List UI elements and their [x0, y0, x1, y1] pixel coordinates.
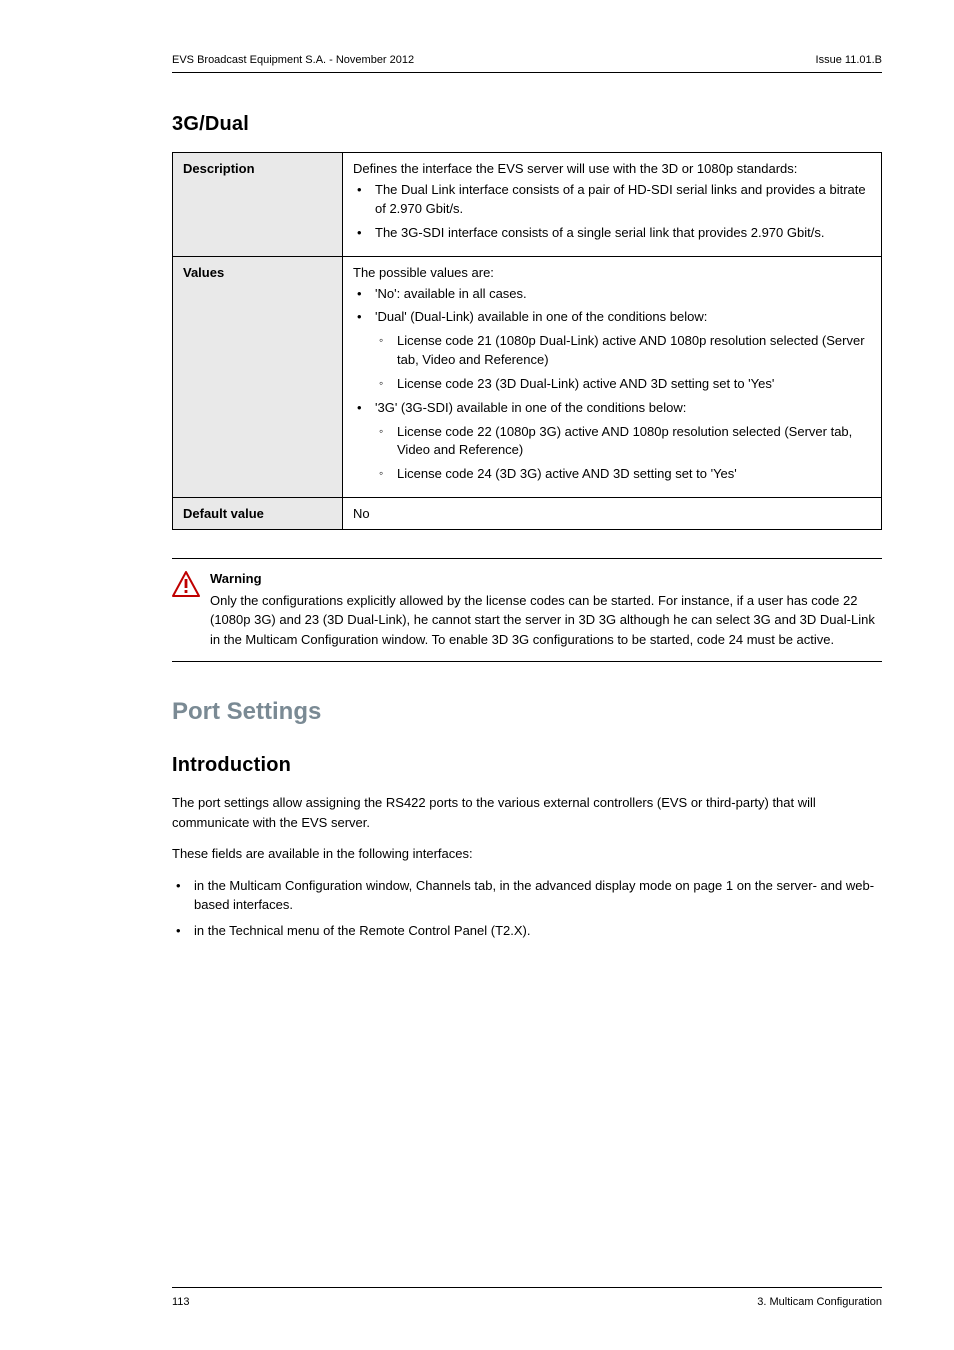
- list-item: The 3G-SDI interface consists of a singl…: [353, 224, 871, 243]
- warning-text: Only the configurations explicitly allow…: [210, 593, 875, 647]
- row-label-description: Description: [173, 153, 343, 257]
- row-value-default: No: [343, 498, 882, 530]
- list-item: License code 24 (3D 3G) active AND 3D se…: [375, 465, 871, 484]
- warning-block: Warning Only the configurations explicit…: [172, 558, 882, 662]
- values-intro: The possible values are:: [353, 265, 871, 280]
- row-value-description: Defines the interface the EVS server wil…: [343, 153, 882, 257]
- table-row: Default value No: [173, 498, 882, 530]
- definition-table: Description Defines the interface the EV…: [172, 152, 882, 530]
- list-item: 'No': available in all cases.: [353, 285, 871, 304]
- list-item-text: '3G' (3G-SDI) available in one of the co…: [375, 400, 686, 415]
- list-item-text: 'Dual' (Dual-Link) available in one of t…: [375, 309, 707, 324]
- row-label-default: Default value: [173, 498, 343, 530]
- list-item: in the Technical menu of the Remote Cont…: [172, 921, 882, 941]
- paragraph: These fields are available in the follow…: [172, 844, 882, 864]
- row-label-values: Values: [173, 256, 343, 498]
- description-intro: Defines the interface the EVS server wil…: [353, 161, 871, 176]
- page-number: 113: [172, 1296, 190, 1308]
- header-rule: [172, 72, 882, 73]
- page-header: EVS Broadcast Equipment S.A. - November …: [172, 54, 882, 72]
- section-title-3g-dual: 3G/Dual: [172, 113, 882, 136]
- table-row: Description Defines the interface the EV…: [173, 153, 882, 257]
- section-title-port-settings: Port Settings: [172, 698, 882, 726]
- page-footer: 113 3. Multicam Configuration: [172, 1287, 882, 1308]
- list-item: in the Multicam Configuration window, Ch…: [172, 876, 882, 915]
- list-item: 'Dual' (Dual-Link) available in one of t…: [353, 308, 871, 393]
- warning-title: Warning: [210, 569, 882, 589]
- row-value-values: The possible values are: 'No': available…: [343, 256, 882, 498]
- list-item: License code 23 (3D Dual-Link) active AN…: [375, 375, 871, 394]
- footer-section: 3. Multicam Configuration: [757, 1296, 882, 1308]
- list-item: '3G' (3G-SDI) available in one of the co…: [353, 399, 871, 484]
- list-item: License code 22 (1080p 3G) active AND 10…: [375, 423, 871, 461]
- header-left: EVS Broadcast Equipment S.A. - November …: [172, 54, 414, 66]
- list-item: The Dual Link interface consists of a pa…: [353, 181, 871, 219]
- warning-icon: [172, 569, 200, 649]
- table-row: Values The possible values are: 'No': av…: [173, 256, 882, 498]
- list-item: License code 21 (1080p Dual-Link) active…: [375, 332, 871, 370]
- header-right: Issue 11.01.B: [816, 54, 882, 66]
- subsection-title-introduction: Introduction: [172, 754, 882, 777]
- paragraph: The port settings allow assigning the RS…: [172, 793, 882, 832]
